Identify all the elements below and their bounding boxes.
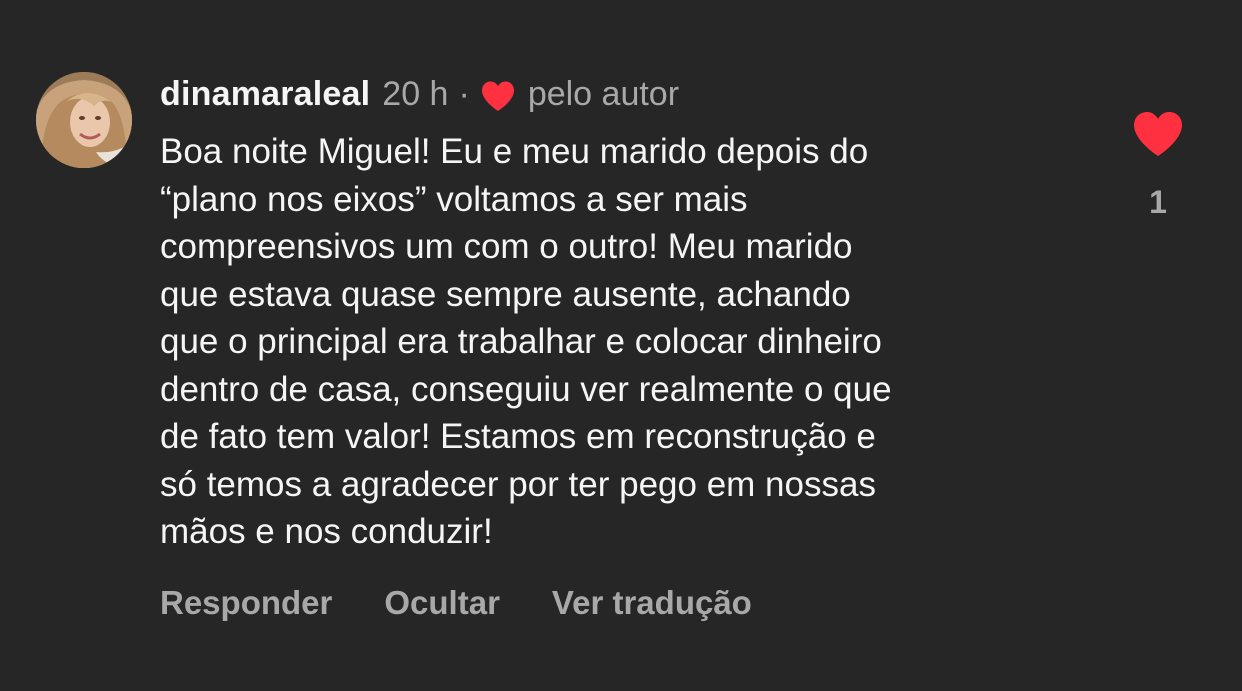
comment-text-line: “plano nos eixos” voltamos a ser mais [160, 179, 748, 219]
comment-text-line: que estava quase sempre ausente, achando [160, 274, 851, 314]
avatar[interactable] [36, 72, 132, 168]
comment-header: dinamaraleal 20 h · pelo autor [160, 72, 679, 116]
timestamp: 20 h [382, 74, 449, 113]
comment-text-line: que o principal era trabalhar e colocar … [160, 322, 882, 361]
username[interactable]: dinamaraleal [160, 75, 370, 114]
reply-button[interactable]: Responder [160, 584, 332, 622]
comment-text-line: Boa noite Miguel! Eu e meu marido depois… [160, 132, 869, 171]
separator: · [458, 74, 470, 113]
liked-by-author-label: pelo autor [527, 74, 680, 113]
comment: dinamaraleal 20 h · pelo autor Boa noite… [0, 0, 1242, 691]
hide-button[interactable]: Ocultar [384, 584, 500, 622]
comment-text-line: compreensivos um com o outro! Meu marido [160, 227, 853, 266]
comment-text-line: dentro de casa, conseguiu ver realmente … [160, 369, 892, 409]
comment-text: Boa noite Miguel! Eu e meu marido depois… [160, 128, 1100, 556]
comment-text-line: mãos e nos conduzir! [160, 512, 493, 551]
heart-icon [480, 80, 516, 112]
comment-text-line: só temos a agradecer por ter pego em nos… [160, 464, 876, 504]
comment-text-line: de fato tem valor! Estamos em reconstruç… [160, 417, 876, 456]
comment-actions: Responder Ocultar Ver tradução [160, 584, 804, 622]
heart-icon [1134, 112, 1182, 156]
like-count: 1 [1149, 184, 1167, 220]
like-button[interactable] [1132, 110, 1184, 158]
translate-button[interactable]: Ver tradução [552, 584, 752, 622]
